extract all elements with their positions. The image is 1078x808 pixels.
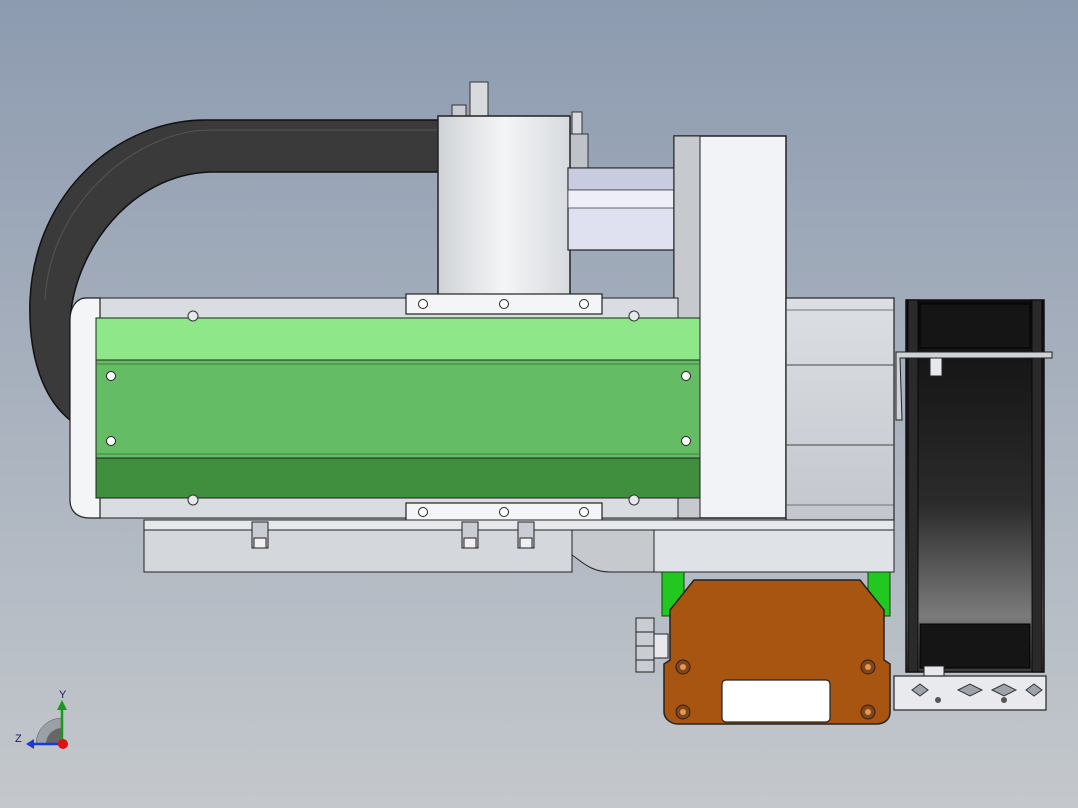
screw (106, 371, 116, 381)
vertical-axis-arm[interactable] (567, 167, 679, 251)
actuator-cover-mid (95, 359, 701, 459)
screw (681, 371, 691, 381)
clamp-strip-top (405, 293, 603, 315)
carriage-block[interactable] (663, 579, 891, 725)
clamp-strip-bottom (405, 502, 603, 523)
cad-viewport[interactable]: Y Z (0, 0, 1078, 808)
motor-housing[interactable] (437, 115, 571, 297)
limit-sensor (461, 521, 479, 549)
aluminium-profile (893, 675, 1047, 711)
servo-motor-block[interactable] (785, 297, 895, 521)
linear-actuator-body[interactable] (69, 297, 701, 519)
z-axis-label: Z (15, 733, 22, 745)
screw (106, 436, 116, 446)
limit-sensor (251, 521, 269, 549)
actuator-cover-dark (95, 457, 701, 499)
actuator-cover-light (95, 317, 701, 361)
y-axis-label: Y (59, 689, 67, 701)
limit-sensor (517, 521, 535, 549)
screw (681, 436, 691, 446)
x-axis-marker (58, 739, 68, 749)
